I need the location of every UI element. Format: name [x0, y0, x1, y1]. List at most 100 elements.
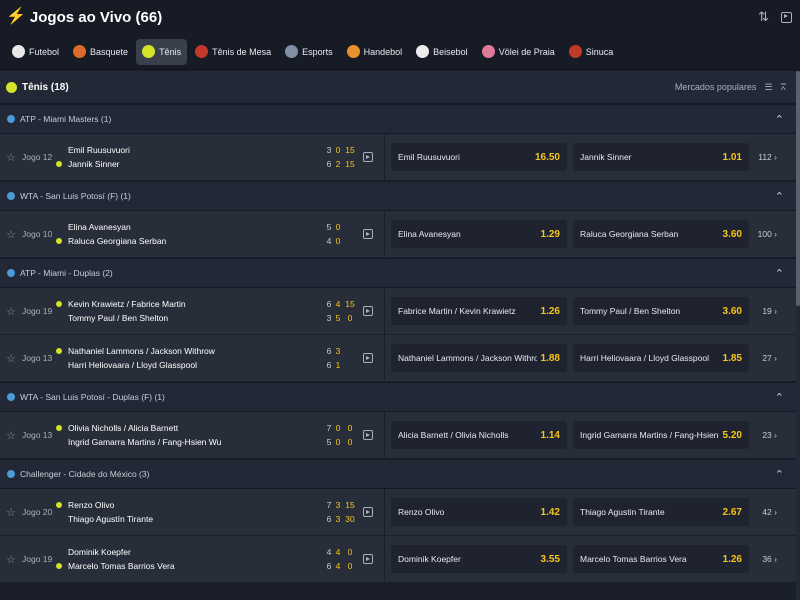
- live-stream-icon[interactable]: [363, 430, 373, 440]
- league-header[interactable]: ATP - Miami - Duplas (2) ⌃: [0, 258, 796, 288]
- more-markets-link[interactable]: 23 ›: [749, 430, 779, 440]
- serve-indicator-icon: [56, 315, 62, 321]
- tab-futebol[interactable]: Futebol: [6, 39, 65, 65]
- team-name: Kevin Krawietz / Fabrice Martin: [68, 299, 186, 309]
- odds-button-away[interactable]: Raluca Georgiana Serban 3.60: [573, 220, 749, 248]
- match-row[interactable]: ☆ Jogo 10 Elina Avanesyan Raluca Georgiana …: [0, 210, 796, 258]
- odds-button-away[interactable]: Marcelo Tomas Barrios Vera 1.26: [573, 545, 749, 573]
- list-icon[interactable]: ☰: [764, 82, 772, 93]
- serve-indicator-icon: [56, 362, 62, 368]
- favorite-star-icon[interactable]: ☆: [0, 506, 22, 519]
- chevron-up-icon[interactable]: ⌃: [775, 113, 784, 126]
- tab-beisebol[interactable]: Beisebol: [410, 39, 474, 65]
- odds-value: 2.67: [722, 506, 742, 518]
- odds-value: 1.26: [722, 553, 742, 565]
- odds-button-away[interactable]: Harri Heliovaara / Lloyd Glasspool 1.85: [573, 344, 749, 372]
- score-value: 4: [326, 236, 332, 246]
- score-value: 0: [347, 437, 353, 447]
- tab-basquete[interactable]: Basquete: [67, 39, 134, 65]
- league-header[interactable]: ATP - Miami Masters (1) ⌃: [0, 104, 796, 134]
- chevron-up-icon[interactable]: ⌃: [775, 468, 784, 481]
- team-name: Olivia Nicholls / Alicia Barnett: [68, 423, 179, 433]
- favorite-star-icon[interactable]: ☆: [0, 151, 22, 164]
- favorite-star-icon[interactable]: ☆: [0, 228, 22, 241]
- match-row[interactable]: ☆ Jogo 13 Olivia Nicholls / Alicia Barnett…: [0, 411, 796, 459]
- tab-t-nis[interactable]: Tênis: [136, 38, 188, 65]
- tab-t-nis-de-mesa[interactable]: Tênis de Mesa: [189, 39, 277, 65]
- team-away: Thiago Agustín Tirante: [56, 514, 326, 524]
- live-stream-icon[interactable]: [363, 229, 373, 239]
- league-header[interactable]: WTA - San Luis Potosí - Duplas (F) (1) ⌃: [0, 382, 796, 412]
- odds-button-home[interactable]: Alicia Barnett / Olivia Nicholls 1.14: [391, 421, 567, 449]
- chevron-up-icon[interactable]: ⌃: [775, 391, 784, 404]
- score-line: 500: [326, 437, 356, 447]
- scrollbar-thumb[interactable]: [796, 71, 800, 306]
- score-value: 0: [335, 222, 341, 232]
- live-stream-icon[interactable]: [363, 554, 373, 564]
- team-name: Renzo Olivo: [68, 500, 115, 510]
- more-markets-link[interactable]: 36 ›: [749, 554, 779, 564]
- favorite-star-icon[interactable]: ☆: [0, 429, 22, 442]
- more-markets-link[interactable]: 27 ›: [749, 353, 779, 363]
- more-markets-count: 27: [762, 353, 772, 363]
- sport-section-title: Tênis (18): [22, 81, 69, 93]
- tab-handebol[interactable]: Handebol: [341, 39, 409, 65]
- scrollbar[interactable]: [796, 71, 800, 600]
- tab-sinuca[interactable]: Sinuca: [563, 39, 620, 65]
- odds-button-home[interactable]: Nathaniel Lammons / Jackson Withrow 1.88: [391, 344, 567, 372]
- teams: Nathaniel Lammons / Jackson Withrow Harri…: [56, 346, 326, 370]
- match-row[interactable]: ☆ Jogo 19 Dominik Koepfer Marcelo Tomas Bar…: [0, 535, 796, 583]
- score-value: 3: [335, 514, 341, 524]
- live-stream-icon[interactable]: [363, 353, 373, 363]
- odds-button-away[interactable]: Tommy Paul / Ben Shelton 3.60: [573, 297, 749, 325]
- chevron-up-icon[interactable]: ⌃: [775, 267, 784, 280]
- score-line: 7 3 15: [326, 500, 356, 510]
- match-row[interactable]: ☆ Jogo 12 Emil Ruusuvuori Jannik Sinner 3 0 15…: [0, 133, 796, 181]
- odds-button-home[interactable]: Emil Ruusuvuori 16.50: [391, 143, 567, 171]
- tab-esports[interactable]: Esports: [279, 39, 339, 65]
- league-header[interactable]: WTA - San Luis Potosí (F) (1) ⌃: [0, 181, 796, 211]
- odds-button-home[interactable]: Fabrice Martin / Kevin Krawietz 1.26: [391, 297, 567, 325]
- odds-button-home[interactable]: Dominik Koepfer 3.55: [391, 545, 567, 573]
- markets-label[interactable]: Mercados populares: [675, 82, 757, 92]
- live-stream-icon[interactable]: [363, 152, 373, 162]
- divider: [384, 133, 385, 181]
- match-row[interactable]: ☆ Jogo 13 Nathaniel Lammons / Jackson With…: [0, 334, 796, 382]
- scoreboard: 7 3 15 6 3 30: [326, 500, 356, 524]
- match-row[interactable]: ☆ Jogo 19 Kevin Krawietz / Fabrice Martin T…: [0, 287, 796, 335]
- tab-v-lei-de-praia[interactable]: Vôlei de Praia: [476, 39, 561, 65]
- score-value: 15: [345, 159, 355, 169]
- collapse-icon[interactable]: ⩞: [781, 82, 786, 93]
- tab-label: Tênis de Mesa: [212, 46, 272, 57]
- more-markets-link[interactable]: 112 ›: [749, 152, 779, 162]
- odds-button-home[interactable]: Renzo Olivo 1.42: [391, 498, 567, 526]
- team-name: Marcelo Tomas Barrios Vera: [68, 561, 175, 571]
- favorite-star-icon[interactable]: ☆: [0, 305, 22, 318]
- favorite-star-icon[interactable]: ☆: [0, 553, 22, 566]
- scoreboard: 6361: [326, 346, 356, 370]
- score-value: 30: [345, 514, 355, 524]
- odds-button-away[interactable]: Thiago Agustin Tirante 2.67: [573, 498, 749, 526]
- stream-icon[interactable]: [781, 11, 792, 23]
- sort-icon[interactable]: ⇅: [758, 9, 769, 25]
- match-row[interactable]: ☆ Jogo 20 Renzo Olivo Thiago Agustín Tirant…: [0, 488, 796, 536]
- more-markets-count: 23: [762, 430, 772, 440]
- chevron-up-icon[interactable]: ⌃: [775, 190, 784, 203]
- tab-label: Esports: [302, 46, 333, 57]
- score-line: 63: [326, 346, 356, 356]
- team-name: Thiago Agustín Tirante: [68, 514, 154, 524]
- odds-button-home[interactable]: Elina Avanesyan 1.29: [391, 220, 567, 248]
- favorite-star-icon[interactable]: ☆: [0, 352, 22, 365]
- live-stream-icon[interactable]: [363, 306, 373, 316]
- league-header[interactable]: Challenger - Cidade do México (3) ⌃: [0, 459, 796, 489]
- odds-button-away[interactable]: Ingrid Gamarra Martins / Fang-Hsien Wu 5.…: [573, 421, 749, 449]
- sport-section-header: Tênis (18) Mercados populares ☰ ⩞: [0, 71, 796, 104]
- odds-button-away[interactable]: Jannik Sinner 1.01: [573, 143, 749, 171]
- more-markets-link[interactable]: 42 ›: [749, 507, 779, 517]
- score-line: 61: [326, 360, 356, 370]
- score-value: 6: [326, 159, 332, 169]
- live-stream-icon[interactable]: [363, 507, 373, 517]
- more-markets-link[interactable]: 19 ›: [749, 306, 779, 316]
- odds-value: 5.20: [722, 429, 742, 441]
- more-markets-link[interactable]: 100 ›: [749, 229, 779, 239]
